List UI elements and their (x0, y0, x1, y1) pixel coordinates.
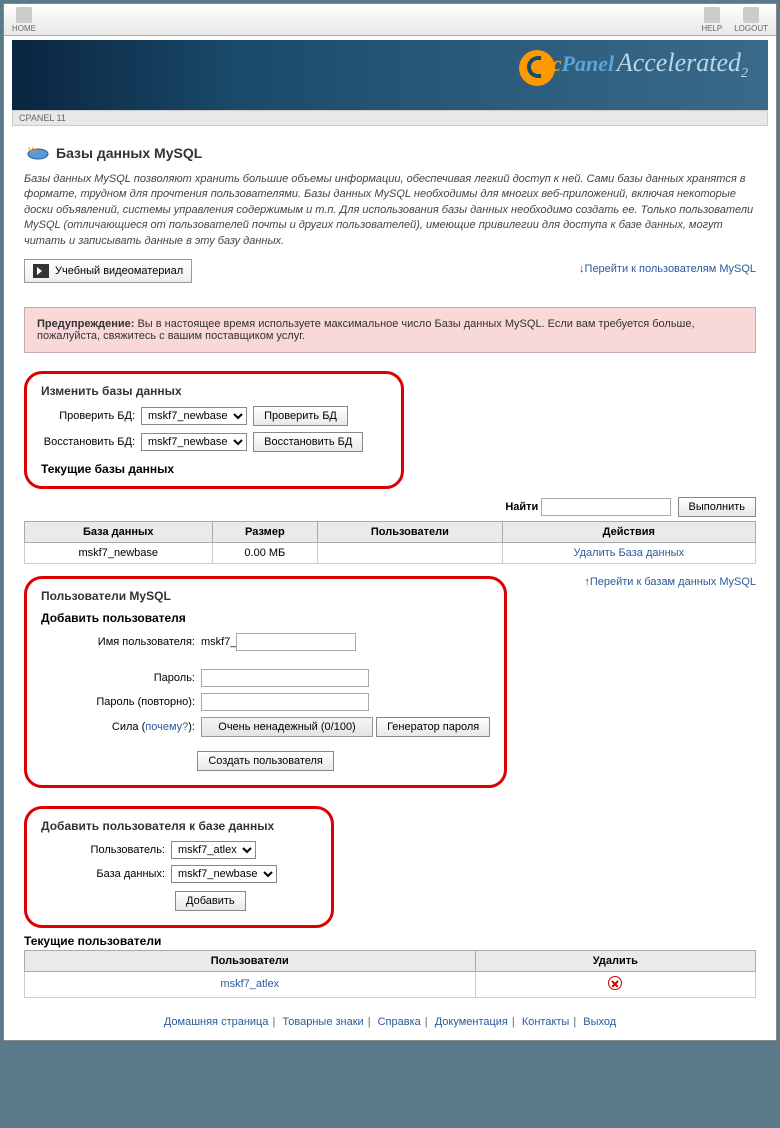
footer-trademarks[interactable]: Товарные знаки (282, 1016, 363, 1028)
modify-db-heading: Изменить базы данных (41, 384, 387, 398)
banner: cPanel Accelerated2 (12, 40, 768, 110)
breadcrumb: CPANEL 11 (12, 110, 768, 126)
tutorial-button[interactable]: Учебный видеоматериал (24, 259, 192, 283)
video-icon (33, 264, 49, 278)
db-cell-name: mskf7_newbase (25, 542, 213, 563)
username-label: Имя пользователя: (41, 636, 201, 648)
search-row: Найти Выполнить (24, 497, 756, 517)
page-title: Базы данных MySQL (56, 145, 202, 161)
footer-help[interactable]: Справка (378, 1016, 421, 1028)
intro-text: Базы данных MySQL позволяют хранить боль… (24, 172, 756, 249)
add-user-to-db-heading: Добавить пользователя к базе данных (41, 819, 317, 833)
warning-text: Вы в настоящее время используете максима… (37, 318, 695, 342)
current-users-heading: Текущие пользователи (24, 934, 756, 948)
check-db-select[interactable]: mskf7_newbase (141, 407, 247, 425)
strength-meter: Очень ненадежный (0/100) (201, 717, 373, 737)
delete-db-link[interactable]: Удалить База данных (574, 547, 685, 559)
repair-db-select[interactable]: mskf7_newbase (141, 433, 247, 451)
warning-label: Предупреждение: (37, 318, 134, 330)
repair-db-button[interactable]: Восстановить БД (253, 432, 363, 452)
help-link[interactable]: HELP (701, 7, 722, 33)
users-heading: Пользователи MySQL (41, 589, 490, 603)
user-select[interactable]: mskf7_atlex (171, 841, 256, 859)
db-cell-size: 0.00 МБ (212, 542, 318, 563)
db-th-name: База данных (25, 521, 213, 542)
user-link[interactable]: mskf7_atlex (220, 978, 279, 990)
home-label: HOME (12, 24, 36, 33)
add-user-heading: Добавить пользователя (41, 611, 490, 625)
users-th-name: Пользователи (25, 950, 476, 971)
password2-input[interactable] (201, 693, 369, 711)
footer-logout[interactable]: Выход (583, 1016, 616, 1028)
username-prefix: mskf7_ (201, 636, 236, 648)
search-button[interactable]: Выполнить (678, 497, 756, 517)
footer-home[interactable]: Домашняя страница (164, 1016, 269, 1028)
table-row: mskf7_newbase 0.00 МБ Удалить База данны… (25, 542, 756, 563)
db-cell-users (318, 542, 502, 563)
logout-label: LOGOUT (734, 24, 768, 33)
why-link[interactable]: почему? (145, 721, 188, 733)
logout-link[interactable]: LOGOUT (734, 7, 768, 33)
password2-label: Пароль (повторно): (41, 696, 201, 708)
search-input[interactable] (541, 498, 671, 516)
db-select-label: База данных: (41, 868, 171, 880)
footer-docs[interactable]: Документация (435, 1016, 508, 1028)
help-icon (704, 7, 720, 23)
check-db-label: Проверить БД: (41, 410, 141, 422)
user-select-label: Пользователь: (41, 844, 171, 856)
generate-password-button[interactable]: Генератор пароля (376, 717, 490, 737)
search-label: Найти (505, 501, 538, 513)
footer: Домашняя страница| Товарные знаки| Справ… (4, 1008, 776, 1040)
db-th-actions: Действия (502, 521, 755, 542)
topbar: HOME HELP LOGOUT (4, 4, 776, 36)
svg-text:My: My (28, 147, 38, 154)
password-input[interactable] (201, 669, 369, 687)
db-th-size: Размер (212, 521, 318, 542)
jump-to-dbs-link[interactable]: Перейти к базам данных MySQL (584, 576, 756, 588)
logout-icon (743, 7, 759, 23)
users-th-delete: Удалить (475, 950, 755, 971)
strength-label: Сила (почему?): (41, 721, 201, 733)
jump-to-users-link[interactable]: Перейти к пользователям MySQL (579, 263, 756, 275)
home-link[interactable]: HOME (12, 7, 36, 33)
repair-db-label: Восстановить БД: (41, 436, 141, 448)
check-db-button[interactable]: Проверить БД (253, 406, 348, 426)
current-db-heading: Текущие базы данных (41, 462, 387, 476)
add-button[interactable]: Добавить (175, 891, 246, 911)
table-row: mskf7_atlex (25, 971, 756, 997)
password-label: Пароль: (41, 672, 201, 684)
db-table: База данных Размер Пользователи Действия… (24, 521, 756, 564)
username-input[interactable] (236, 633, 356, 651)
delete-user-icon[interactable] (608, 976, 622, 990)
help-label: HELP (701, 24, 722, 33)
home-icon (16, 7, 32, 23)
create-user-button[interactable]: Создать пользователя (197, 751, 334, 771)
users-table: Пользователи Удалить mskf7_atlex (24, 950, 756, 998)
mysql-icon: My (24, 144, 52, 162)
warning-box: Предупреждение: Вы в настоящее время исп… (24, 307, 756, 353)
db-select[interactable]: mskf7_newbase (171, 865, 277, 883)
footer-contacts[interactable]: Контакты (522, 1016, 570, 1028)
db-th-users: Пользователи (318, 521, 502, 542)
